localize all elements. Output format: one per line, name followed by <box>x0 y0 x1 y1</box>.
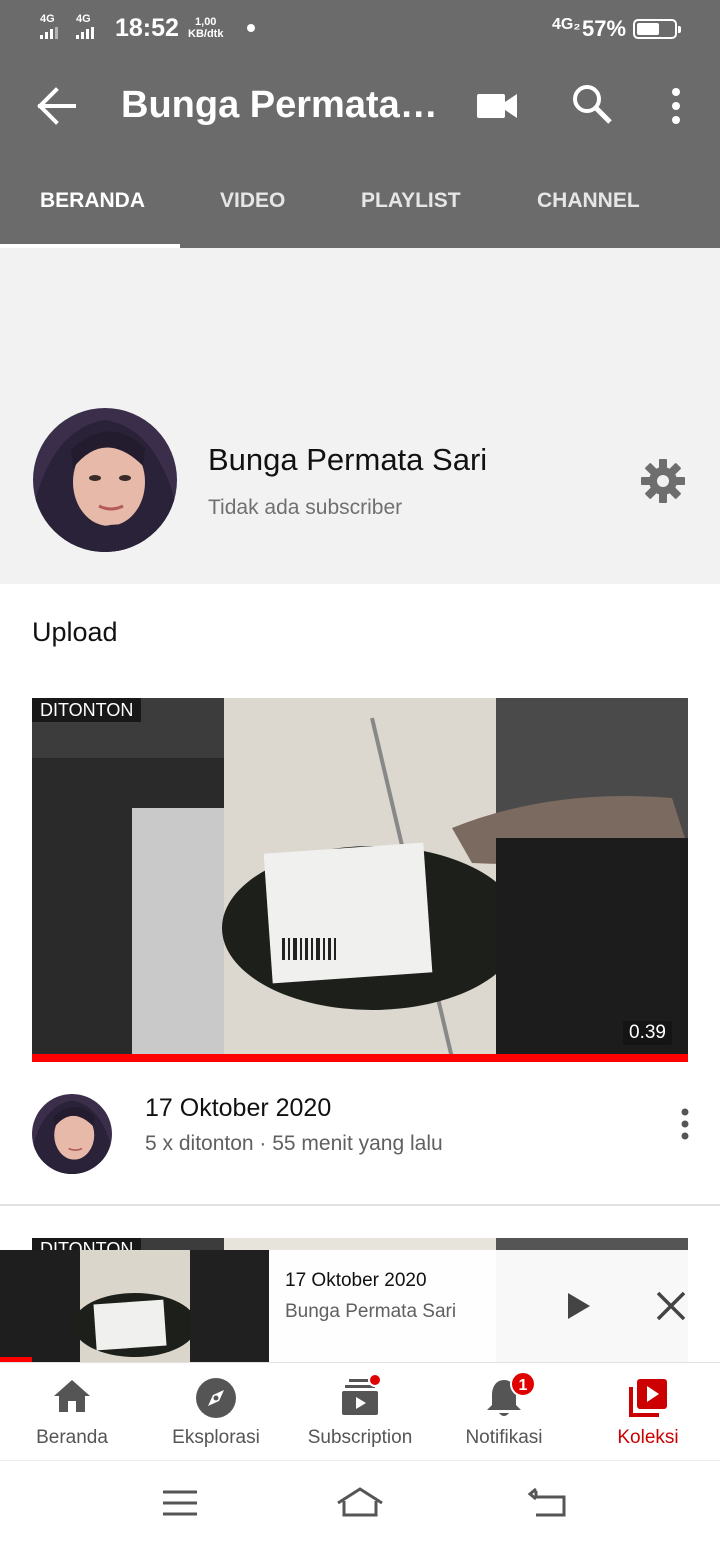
battery-percent: 57% <box>582 16 627 41</box>
subscriber-count: Tidak ada subscriber <box>208 496 403 519</box>
mini-player-channel: Bunga Permata Sari <box>285 1301 457 1322</box>
home-icon <box>54 1380 90 1412</box>
play-icon[interactable] <box>560 1287 596 1325</box>
battery-icon <box>633 19 681 39</box>
bottom-navigation: Beranda Eksplorasi Subscription 1 Notifi… <box>0 1362 720 1460</box>
channel-avatar[interactable] <box>33 408 177 552</box>
app-bar: Bunga Permata Sari <box>0 56 720 156</box>
compass-icon <box>196 1378 236 1418</box>
signal-2-label: 4G <box>76 13 91 25</box>
back-arrow-icon[interactable] <box>34 86 78 126</box>
watched-badge: DITONTON <box>32 698 142 722</box>
section-title: Upload <box>32 617 118 647</box>
network-speed-unit: KB/dtk <box>188 28 224 40</box>
divider <box>0 1204 720 1206</box>
nav-beranda[interactable]: Beranda <box>0 1363 144 1461</box>
tab-playlist[interactable]: PLAYLIST <box>361 189 461 213</box>
menu-icon[interactable] <box>154 1483 206 1523</box>
network-speed: 1,00 KB/dtk <box>188 16 223 40</box>
network-speed-value: 1,00 <box>195 16 217 28</box>
thumbnail-image <box>0 1250 269 1362</box>
nav-label: Subscription <box>307 1427 413 1448</box>
video-camera-icon[interactable] <box>475 88 519 124</box>
nav-label: Eksplorasi <box>172 1427 260 1448</box>
video-more-vert-icon[interactable] <box>672 1104 698 1144</box>
video-meta: 5 x ditonton · 55 menit yang lalu <box>145 1132 443 1155</box>
tab-beranda[interactable]: BERANDA <box>40 189 145 213</box>
channel-name: Bunga Permata Sari <box>208 442 488 477</box>
signal-indicator-1: 4G <box>40 14 58 39</box>
nav-koleksi[interactable]: Koleksi <box>576 1363 720 1461</box>
nav-label: Koleksi <box>617 1427 679 1448</box>
video-thumbnail[interactable]: DITONTON 0.39 <box>32 698 688 1062</box>
signal-indicator-2: 4G <box>76 14 94 39</box>
more-vert-icon[interactable] <box>662 84 690 128</box>
mini-player[interactable]: 17 Oktober 2020 Bunga Permata Sari <box>0 1250 720 1362</box>
watch-progress-bar <box>32 1054 688 1062</box>
signal-bars-icon <box>40 27 58 39</box>
nav-subscription[interactable]: Subscription <box>288 1363 432 1461</box>
nav-eksplorasi[interactable]: Eksplorasi <box>144 1363 288 1461</box>
video-title[interactable]: 17 Oktober 2020 <box>145 1094 331 1123</box>
page-title: Bunga Permata Sari <box>121 84 441 126</box>
video-channel-avatar[interactable] <box>32 1094 112 1174</box>
back-button-icon[interactable] <box>522 1483 574 1523</box>
status-bar: 4G 4G 18:52 1,00 KB/dtk 4G₂ 57% <box>0 0 720 56</box>
home-button-icon[interactable] <box>334 1483 386 1523</box>
new-content-dot <box>368 1373 382 1387</box>
tab-video[interactable]: VIDEO <box>220 189 285 213</box>
nav-notifikasi[interactable]: 1 Notifikasi <box>432 1363 576 1461</box>
nav-label: Notifikasi <box>465 1427 543 1448</box>
notification-dot-icon <box>247 24 255 32</box>
network-type-label: 4G₂ <box>552 16 581 33</box>
status-time: 18:52 <box>115 14 179 42</box>
signal-bars-icon <box>76 27 94 39</box>
tab-channel[interactable]: CHANNEL <box>537 189 640 213</box>
thumbnail-image <box>32 698 688 1062</box>
settings-gear-icon[interactable] <box>640 458 686 504</box>
tab-bar: BERANDA VIDEO PLAYLIST CHANNEL <box>0 156 720 248</box>
signal-1-label: 4G <box>40 13 55 25</box>
mini-player-title: 17 Oktober 2020 <box>285 1270 427 1291</box>
video-duration: 0.39 <box>623 1021 672 1045</box>
nav-label: Beranda <box>36 1427 108 1448</box>
mini-player-thumbnail[interactable] <box>0 1250 269 1362</box>
notification-count-badge: 1 <box>510 1371 536 1397</box>
system-navigation-bar <box>0 1460 720 1544</box>
close-icon[interactable] <box>652 1287 690 1325</box>
search-icon[interactable] <box>570 82 614 126</box>
library-icon <box>629 1379 667 1417</box>
